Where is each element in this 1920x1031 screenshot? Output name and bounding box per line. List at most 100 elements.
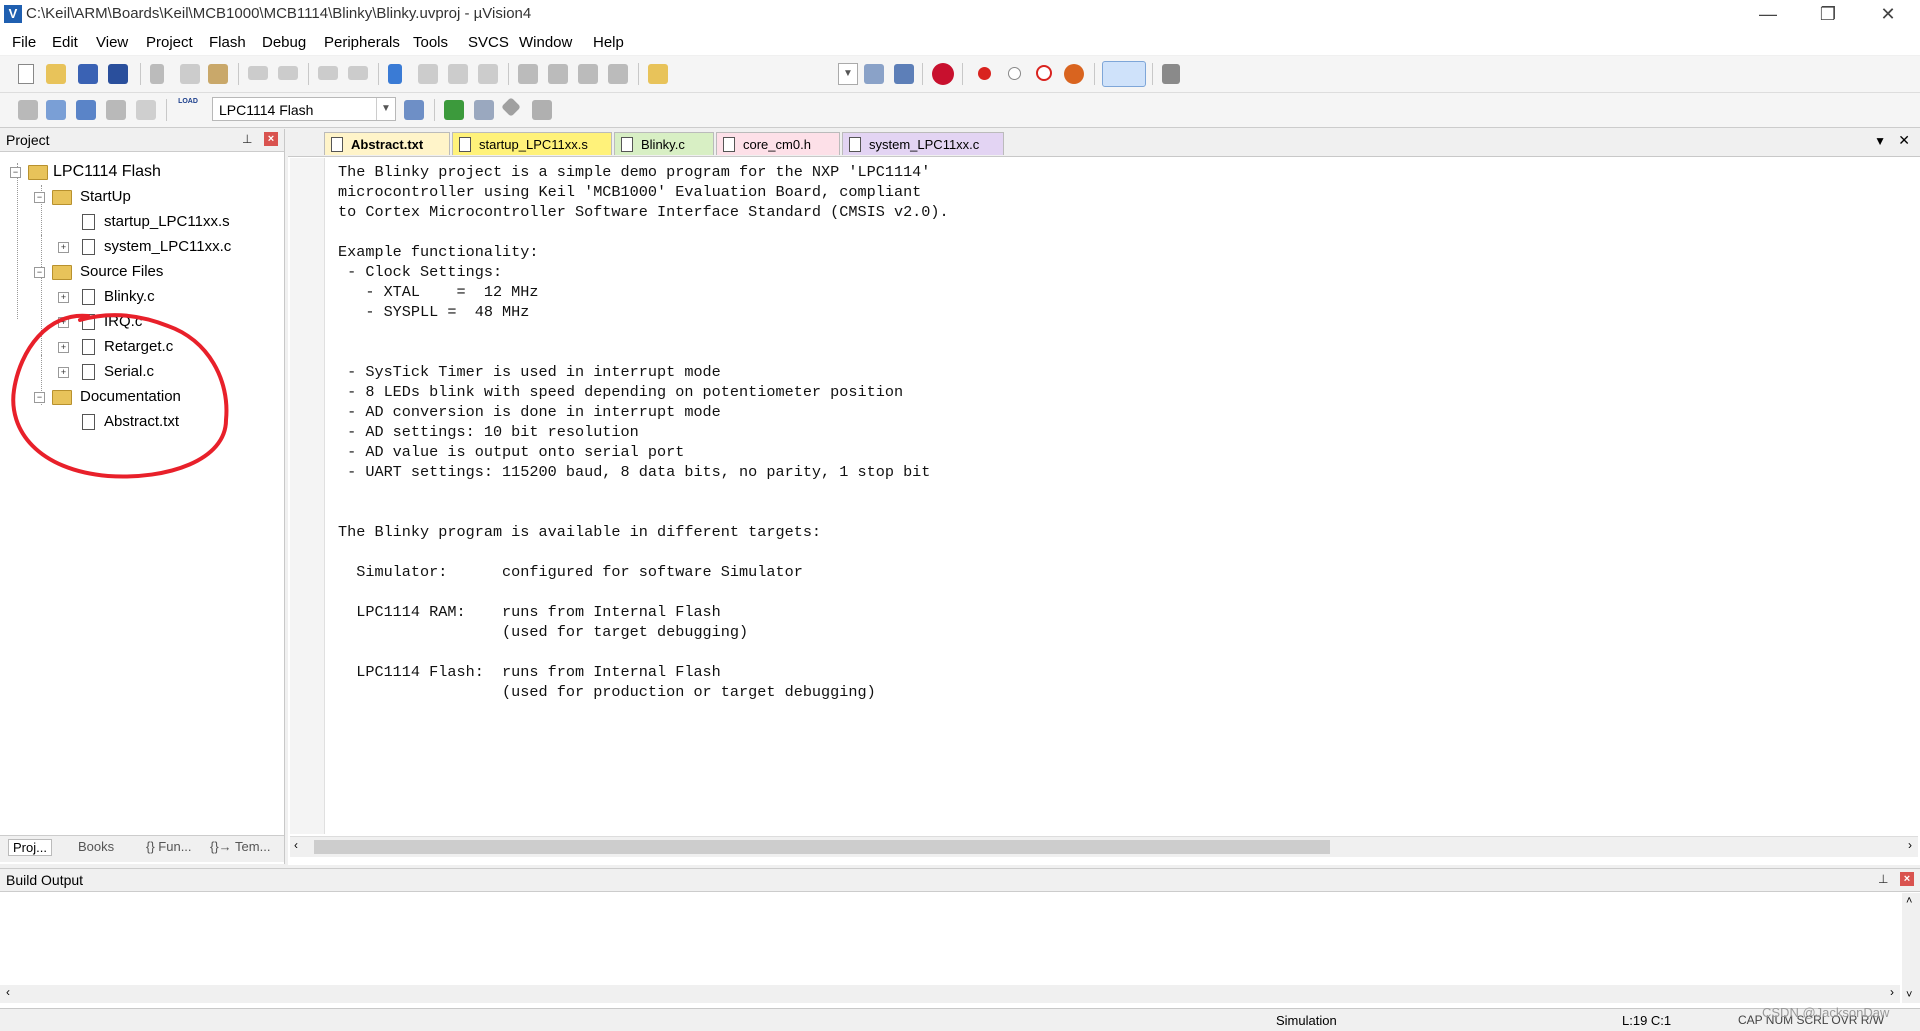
save-icon[interactable] [78, 64, 98, 84]
scroll-right-icon[interactable]: › [1890, 985, 1894, 999]
window-layout-icon[interactable] [1102, 61, 1146, 87]
translate-icon[interactable] [18, 100, 38, 120]
editor-area: Abstract.txt startup_LPC11xx.s Blinky.c … [288, 129, 1920, 865]
restore-button[interactable]: ❐ [1800, 0, 1856, 30]
unindent-icon[interactable] [548, 64, 568, 84]
menu-view[interactable]: View [96, 34, 128, 51]
pack-installer-icon[interactable] [532, 100, 552, 120]
collapse-icon[interactable]: − [10, 167, 21, 178]
vertical-scrollbar[interactable]: ˄ ˅ [1902, 893, 1920, 1003]
horizontal-scrollbar[interactable]: ‹ › [290, 836, 1918, 857]
next-bookmark-icon[interactable] [448, 64, 468, 84]
uncomment-icon[interactable] [608, 64, 628, 84]
manage-books-icon[interactable] [474, 100, 494, 120]
tree-file-label: Blinky.c [104, 288, 155, 305]
file-icon [82, 239, 95, 255]
close-build-output-button[interactable]: × [1900, 872, 1914, 886]
tab-blinky-c[interactable]: Blinky.c [614, 132, 714, 155]
batch-build-icon[interactable] [106, 100, 126, 120]
scroll-left-icon[interactable]: ‹ [294, 838, 298, 852]
tab-functions[interactable]: {} Fun... [146, 839, 192, 854]
paste-icon[interactable] [208, 64, 228, 84]
editor-text[interactable]: The Blinky project is a simple demo prog… [338, 162, 1898, 822]
menu-debug[interactable]: Debug [262, 34, 306, 51]
scroll-left-icon[interactable]: ‹ [6, 985, 10, 999]
collapse-icon[interactable]: − [34, 192, 45, 203]
manage-components-icon[interactable] [444, 100, 464, 120]
disable-breakpoints-icon[interactable] [1036, 65, 1052, 81]
chevron-down-icon: ▼ [376, 98, 395, 120]
comment-icon[interactable] [578, 64, 598, 84]
tab-core-cm0-h[interactable]: core_cm0.h [716, 132, 840, 155]
folder-icon [52, 190, 72, 205]
configure-icon[interactable] [1162, 64, 1180, 84]
target-select[interactable]: LPC1114 Flash ▼ [212, 97, 396, 121]
kill-breakpoints-icon[interactable] [1064, 64, 1084, 84]
find-dropdown[interactable]: ▼ [838, 63, 858, 85]
folder-icon [52, 265, 72, 280]
cut-icon[interactable] [150, 64, 164, 84]
tree-root-label: LPC1114 Flash [53, 163, 161, 180]
tab-system-c[interactable]: system_LPC11xx.c [842, 132, 1004, 155]
menu-help[interactable]: Help [593, 34, 624, 51]
menu-tools[interactable]: Tools [413, 34, 448, 51]
build-output-title: Build Output [6, 872, 84, 888]
indent-icon[interactable] [518, 64, 538, 84]
scrollbar-thumb[interactable] [314, 840, 1330, 854]
stop-build-icon[interactable] [136, 100, 156, 120]
expand-icon[interactable]: + [58, 242, 69, 253]
menu-peripherals[interactable]: Peripherals [324, 34, 400, 51]
rebuild-icon[interactable] [76, 100, 96, 120]
window-title: C:\Keil\ARM\Boards\Keil\MCB1000\MCB1114\… [26, 5, 532, 22]
tab-templates[interactable]: {}→ Tem... [210, 839, 270, 854]
incremental-find-icon[interactable] [864, 64, 884, 84]
select-packs-icon[interactable] [501, 97, 521, 117]
collapse-icon[interactable]: − [34, 267, 45, 278]
download-load-icon[interactable]: LOAD [176, 97, 200, 121]
title-bar: V C:\Keil\ARM\Boards\Keil\MCB1000\MCB111… [0, 0, 1920, 30]
horizontal-scrollbar[interactable]: ‹ › [0, 985, 1900, 1003]
open-file-icon[interactable] [46, 64, 66, 84]
target-options-icon[interactable] [404, 100, 424, 120]
copy-icon[interactable] [180, 64, 200, 84]
menu-project[interactable]: Project [146, 34, 193, 51]
menu-flash[interactable]: Flash [209, 34, 246, 51]
tab-books[interactable]: Books [78, 839, 114, 854]
pin-icon[interactable]: ⊥ [1878, 872, 1888, 886]
close-panel-button[interactable]: × [264, 132, 278, 146]
undo-icon[interactable] [248, 66, 268, 80]
enable-breakpoint-icon[interactable] [1008, 67, 1021, 80]
menu-svcs[interactable]: SVCS [468, 34, 509, 51]
scroll-up-icon[interactable]: ˄ [1906, 895, 1912, 907]
project-panel: Project ⊥ × − LPC1114 Flash − StartUp st… [0, 129, 285, 864]
save-all-icon[interactable] [108, 64, 128, 84]
menu-edit[interactable]: Edit [52, 34, 78, 51]
minimize-button[interactable]: — [1740, 0, 1796, 30]
scroll-down-icon[interactable]: ˅ [1906, 989, 1912, 1001]
close-window-button[interactable]: ✕ [1860, 0, 1916, 30]
menu-file[interactable]: File [12, 34, 36, 51]
build-icon[interactable] [46, 100, 66, 120]
tab-list-dropdown[interactable]: ▼ [1874, 134, 1886, 148]
tab-abstract-txt[interactable]: Abstract.txt [324, 132, 450, 155]
tab-project[interactable]: Proj... [8, 839, 52, 856]
expand-icon[interactable]: + [58, 292, 69, 303]
insert-breakpoint-icon[interactable] [978, 67, 991, 80]
start-debug-icon[interactable] [932, 63, 954, 85]
scroll-right-icon[interactable]: › [1908, 838, 1912, 852]
tab-startup-s[interactable]: startup_LPC11xx.s [452, 132, 612, 155]
pin-icon[interactable]: ⊥ [242, 132, 252, 146]
redo-icon[interactable] [278, 66, 298, 80]
find-in-files-icon[interactable] [648, 64, 668, 84]
bookmark-icon[interactable] [388, 64, 402, 84]
new-file-icon[interactable] [18, 64, 34, 84]
menu-window[interactable]: Window [519, 34, 572, 51]
prev-bookmark-icon[interactable] [418, 64, 438, 84]
navigate-forward-icon[interactable] [348, 66, 368, 80]
close-editor-button[interactable]: ✕ [1898, 132, 1910, 149]
status-bar: Simulation L:19 C:1 CAP NUM SCRL OVR R/W… [0, 1005, 1920, 1031]
navigate-back-icon[interactable] [318, 66, 338, 80]
tree-file-label: system_LPC11xx.c [104, 238, 232, 255]
clear-bookmarks-icon[interactable] [478, 64, 498, 84]
browse-icon[interactable] [894, 64, 914, 84]
